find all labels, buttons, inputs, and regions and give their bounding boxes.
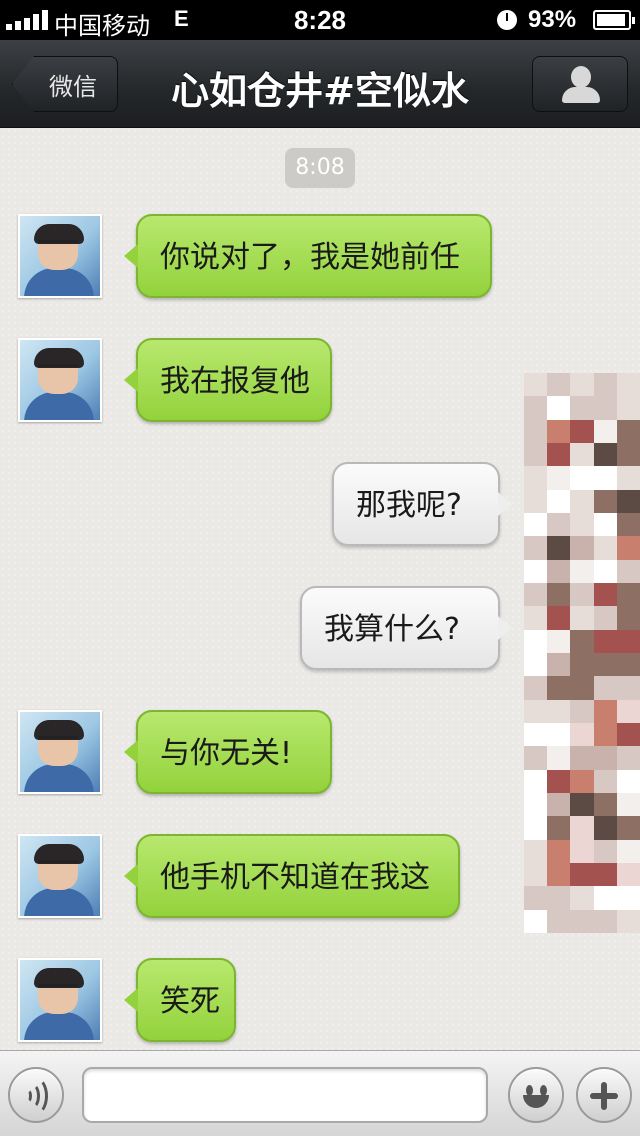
own-avatar-pixelated (524, 373, 640, 933)
back-button[interactable]: 微信 (12, 56, 118, 112)
outgoing-message-bubble[interactable]: 我算什么? (300, 586, 512, 670)
contact-avatar[interactable] (18, 710, 102, 794)
contact-avatar[interactable] (18, 214, 102, 298)
back-button-label: 微信 (49, 72, 97, 101)
voice-button[interactable] (8, 1067, 64, 1123)
contact-avatar[interactable] (18, 338, 102, 422)
more-options-button[interactable] (576, 1067, 632, 1123)
message-input[interactable] (82, 1067, 488, 1123)
input-bar (0, 1050, 640, 1136)
incoming-message-bubble[interactable]: 笑死 (124, 958, 236, 1042)
message-timestamp: 8:08 (285, 148, 355, 188)
battery-percent: 93% (528, 6, 577, 33)
contact-avatar[interactable] (18, 834, 102, 918)
emoji-button[interactable] (508, 1067, 564, 1123)
incoming-message-bubble[interactable]: 你说对了，我是她前任 (124, 214, 492, 298)
contact-avatar[interactable] (18, 958, 102, 1042)
chat-area[interactable]: 8:08 你说对了，我是她前任 我在报复他 那我呢? 我算什么? 与你无关! 他… (0, 128, 640, 1050)
alarm-clock-icon (497, 10, 517, 30)
profile-button[interactable] (532, 56, 628, 112)
nav-bar: 微信 心如仓井#空似水 (0, 40, 640, 128)
status-bar: 中国移动 E 8:28 93% (0, 0, 640, 40)
incoming-message-bubble[interactable]: 他手机不知道在我这 (124, 834, 460, 918)
incoming-message-bubble[interactable]: 我在报复他 (124, 338, 332, 422)
incoming-message-bubble[interactable]: 与你无关! (124, 710, 332, 794)
battery-icon (593, 10, 635, 30)
outgoing-message-bubble[interactable]: 那我呢? (332, 462, 512, 546)
chat-title: 心如仓井#空似水 (171, 69, 469, 113)
